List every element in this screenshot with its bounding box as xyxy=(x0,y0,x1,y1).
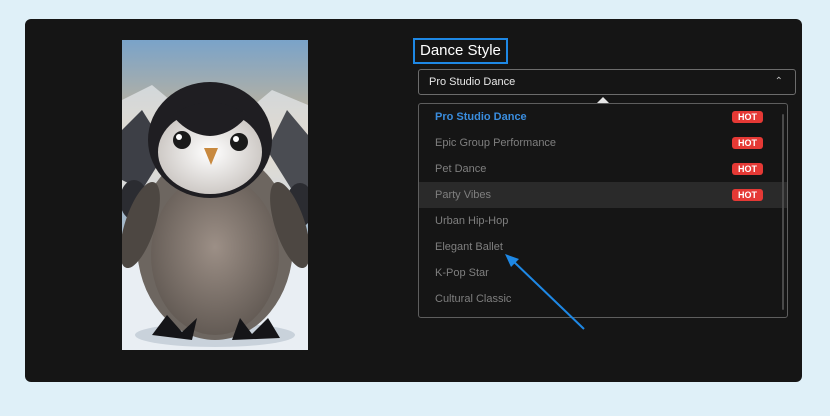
option-label: Pro Studio Dance xyxy=(435,111,527,123)
option-label: Party Vibes xyxy=(435,189,492,201)
option-elegant-ballet[interactable]: Elegant Ballet xyxy=(419,234,787,260)
hot-badge: HOT xyxy=(732,189,763,201)
option-label: Urban Hip-Hop xyxy=(435,215,509,227)
main-panel: Dance Style Pro Studio Dance ⌃ Pro Studi… xyxy=(25,19,802,382)
dropdown-scrollbar[interactable] xyxy=(782,114,784,310)
option-label: Epic Group Performance xyxy=(435,137,557,149)
dance-style-dropdown-list: Pro Studio Dance HOT Epic Group Performa… xyxy=(418,103,788,318)
option-urban-hip-hop[interactable]: Urban Hip-Hop xyxy=(419,208,787,234)
option-label: Elegant Ballet xyxy=(435,241,503,253)
hot-badge: HOT xyxy=(732,111,763,123)
option-label: K-Pop Star xyxy=(435,267,489,279)
option-k-pop-star[interactable]: K-Pop Star xyxy=(419,260,787,286)
selected-value: Pro Studio Dance xyxy=(429,76,516,88)
chevron-up-icon: ⌃ xyxy=(774,76,783,87)
option-pro-studio-dance[interactable]: Pro Studio Dance HOT xyxy=(419,104,787,130)
option-cultural-classic[interactable]: Cultural Classic xyxy=(419,286,787,312)
hot-badge: HOT xyxy=(732,137,763,149)
hot-badge: HOT xyxy=(732,163,763,175)
option-epic-group-performance[interactable]: Epic Group Performance HOT xyxy=(419,130,787,156)
dance-style-select[interactable]: Pro Studio Dance ⌃ xyxy=(418,69,796,95)
option-label: Pet Dance xyxy=(435,163,487,175)
option-label: Cultural Classic xyxy=(435,293,512,305)
dance-style-title: Dance Style xyxy=(413,38,508,64)
option-party-vibes[interactable]: Party Vibes HOT xyxy=(419,182,787,208)
option-pet-dance[interactable]: Pet Dance HOT xyxy=(419,156,787,182)
penguin-preview-image xyxy=(122,40,308,350)
